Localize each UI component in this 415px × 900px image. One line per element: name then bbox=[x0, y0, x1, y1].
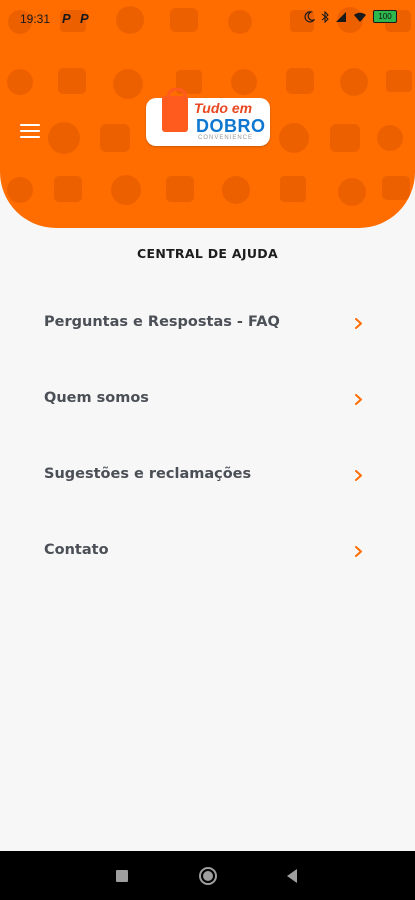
chevron-right-icon bbox=[355, 470, 362, 481]
bluetooth-icon bbox=[321, 10, 329, 23]
logo-text-sub: CONVENIENCE bbox=[198, 135, 254, 141]
chevron-right-icon bbox=[355, 546, 362, 557]
app-logo: Tudo em DOBRO CONVENIENCE bbox=[146, 88, 272, 150]
chevron-right-icon bbox=[355, 318, 362, 329]
hamburger-menu-icon[interactable] bbox=[20, 124, 40, 140]
menu-item-about[interactable]: Quem somos bbox=[0, 378, 415, 422]
signal-icon bbox=[336, 11, 346, 22]
battery-icon: 100 bbox=[373, 10, 397, 23]
recent-apps-button[interactable] bbox=[115, 869, 129, 883]
menu-item-label: Quem somos bbox=[44, 390, 149, 406]
menu-item-suggestions[interactable]: Sugestões e reclamações bbox=[0, 454, 415, 498]
home-button[interactable] bbox=[198, 866, 218, 886]
menu-item-contact[interactable]: Contato bbox=[0, 530, 415, 574]
moon-icon bbox=[304, 10, 315, 22]
status-icons: 100 bbox=[303, 10, 397, 23]
app-notification-icon: P bbox=[62, 11, 71, 26]
status-bar: 19:31 P P 100 bbox=[0, 0, 415, 36]
menu-item-label: Contato bbox=[44, 542, 109, 558]
chevron-right-icon bbox=[355, 394, 362, 405]
system-navigation-bar bbox=[0, 851, 415, 900]
menu-item-label: Perguntas e Respostas - FAQ bbox=[44, 314, 280, 330]
back-button[interactable] bbox=[285, 868, 299, 884]
menu-item-label: Sugestões e reclamações bbox=[44, 466, 252, 482]
shopping-bag-icon bbox=[162, 88, 188, 132]
header: 19:31 P P 100 Tudo em DOBRO CONVENIENCE bbox=[0, 0, 415, 228]
app-notification-icon: P bbox=[80, 11, 89, 26]
status-time: 19:31 bbox=[20, 12, 51, 26]
wifi-icon bbox=[354, 12, 366, 22]
page-title: CENTRAL DE AJUDA bbox=[137, 246, 278, 261]
menu-item-faq[interactable]: Perguntas e Respostas - FAQ bbox=[0, 302, 415, 346]
logo-text-main: DOBRO bbox=[196, 116, 266, 136]
logo-text-top: Tudo em bbox=[194, 100, 253, 116]
